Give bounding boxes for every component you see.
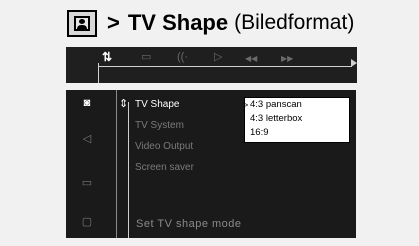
toolbar-rule xyxy=(98,66,352,67)
audio-icon[interactable]: ((· xyxy=(177,51,188,63)
person-photo-icon xyxy=(67,9,97,37)
status-text: Set TV shape mode xyxy=(136,218,242,230)
play-icon[interactable]: ▷ xyxy=(214,51,222,63)
toolbar-arrow-icon xyxy=(351,59,357,67)
heading-title: TV Shape xyxy=(127,10,229,35)
page-heading: > TV Shape (Biledformat) xyxy=(67,8,354,38)
menu-rule xyxy=(128,102,129,238)
tv-shape-options: > 4:3 panscan 4:3 letterbox 16:9 xyxy=(243,97,350,143)
selection-cursor-icon: ⇕ xyxy=(119,98,129,110)
menu-item-tv-shape[interactable]: TV Shape xyxy=(135,99,179,111)
option-16-9[interactable]: 16:9 xyxy=(250,127,269,139)
osd-toolbar: ⇅ ▭ ((· ▷ ◀◀ ▶▶ xyxy=(66,47,357,83)
menu-item-screen-saver[interactable]: Screen saver xyxy=(135,162,194,174)
subtitle-language-icon[interactable]: ▭ xyxy=(78,176,96,190)
settings-tools-icon[interactable]: ⇅ xyxy=(102,51,112,63)
menu-item-video-output[interactable]: Video Output xyxy=(135,141,193,153)
settings-sidebar: ◙ ◁ ▭ ▢ xyxy=(66,90,110,238)
fast-forward-icon[interactable]: ▶▶ xyxy=(281,53,293,65)
heading-subtitle: (Biledformat) xyxy=(234,11,355,34)
rewind-icon[interactable]: ◀◀ xyxy=(245,53,257,65)
speaker-icon[interactable]: ◁ xyxy=(78,132,96,146)
settings-panel: ◙ ◁ ▭ ▢ ⇕ TV Shape TV System Video Outpu… xyxy=(66,90,356,238)
picture-icon[interactable]: ◙ xyxy=(78,96,96,110)
option-4-3-panscan[interactable]: 4:3 panscan xyxy=(250,99,302,111)
heading-arrow: > xyxy=(107,10,120,35)
option-4-3-letterbox[interactable]: 4:3 letterbox xyxy=(250,113,302,125)
subtitle-icon[interactable]: ▭ xyxy=(141,51,151,63)
selected-marker-icon: > xyxy=(243,100,249,110)
sidebar-divider xyxy=(116,90,117,238)
menu-item-tv-system[interactable]: TV System xyxy=(135,120,184,132)
lock-icon[interactable]: ▢ xyxy=(78,215,96,229)
